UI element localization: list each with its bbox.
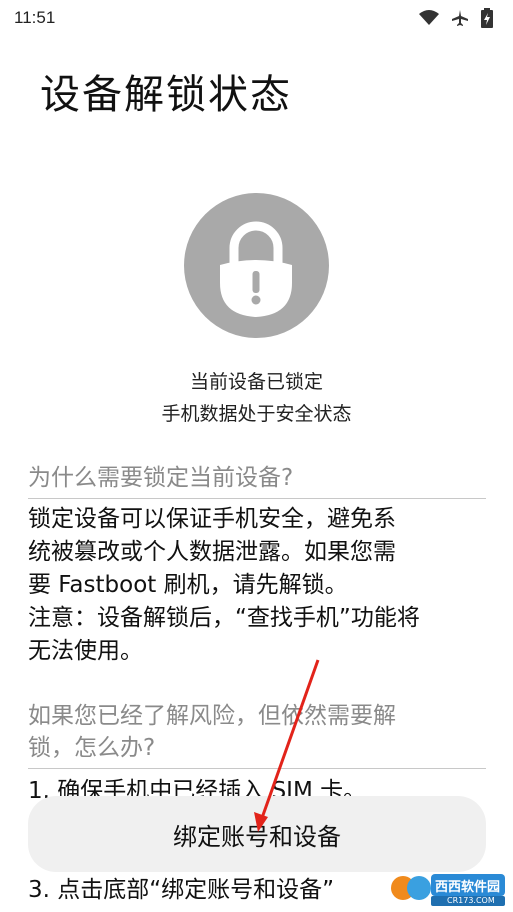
lock-badge (184, 193, 329, 338)
why-section-body: 锁定设备可以保证手机安全，避免系 统被篡改或个人数据泄露。如果您需 要 Fast… (28, 499, 486, 668)
airplane-icon (451, 9, 469, 27)
why-section: 为什么需要锁定当前设备? 锁定设备可以保证手机安全，避免系 统被篡改或个人数据泄… (28, 462, 486, 668)
status-bar: 11:51 (0, 0, 513, 36)
watermark-subtext: CR173.COM (447, 896, 495, 905)
bind-account-button[interactable]: 绑定账号和设备 (28, 796, 486, 872)
watermark-text: 西西软件园 (435, 880, 501, 895)
status-icons (419, 8, 493, 28)
why-body-line: 注意：设备解锁后，“查找手机”功能将 (28, 605, 420, 631)
how-heading-line: 如果您已经了解风险，但依然需要解 (28, 703, 396, 729)
lock-icon (220, 221, 292, 317)
wifi-icon (419, 10, 439, 26)
why-body-line: 统被篡改或个人数据泄露。如果您需 (28, 539, 396, 565)
step-3: 3. 点击底部“绑定账号和设备” (28, 877, 335, 903)
why-body-line: 要 Fastboot 刷机，请先解锁。 (28, 572, 348, 598)
why-body-line: 无法使用。 (28, 638, 143, 664)
why-body-line: 锁定设备可以保证手机安全，避免系 (28, 506, 396, 532)
why-section-heading: 为什么需要锁定当前设备? (28, 462, 486, 499)
how-section: 如果您已经了解风险，但依然需要解 锁，怎么办? 1. 确保手机中已经插入 SIM… (28, 700, 486, 808)
lock-status-line2: 手机数据处于安全状态 (161, 403, 352, 425)
lock-status-text: 当前设备已锁定 手机数据处于安全状态 (0, 366, 513, 430)
watermark-logo: 西西软件园 CR173.COM (389, 868, 507, 908)
lock-status-line1: 当前设备已锁定 (189, 371, 323, 393)
battery-icon (481, 8, 493, 28)
status-time: 11:51 (14, 8, 56, 27)
page-title: 设备解锁状态 (40, 72, 292, 118)
how-heading-line: 锁，怎么办? (28, 735, 156, 761)
how-section-heading: 如果您已经了解风险，但依然需要解 锁，怎么办? (28, 700, 486, 769)
